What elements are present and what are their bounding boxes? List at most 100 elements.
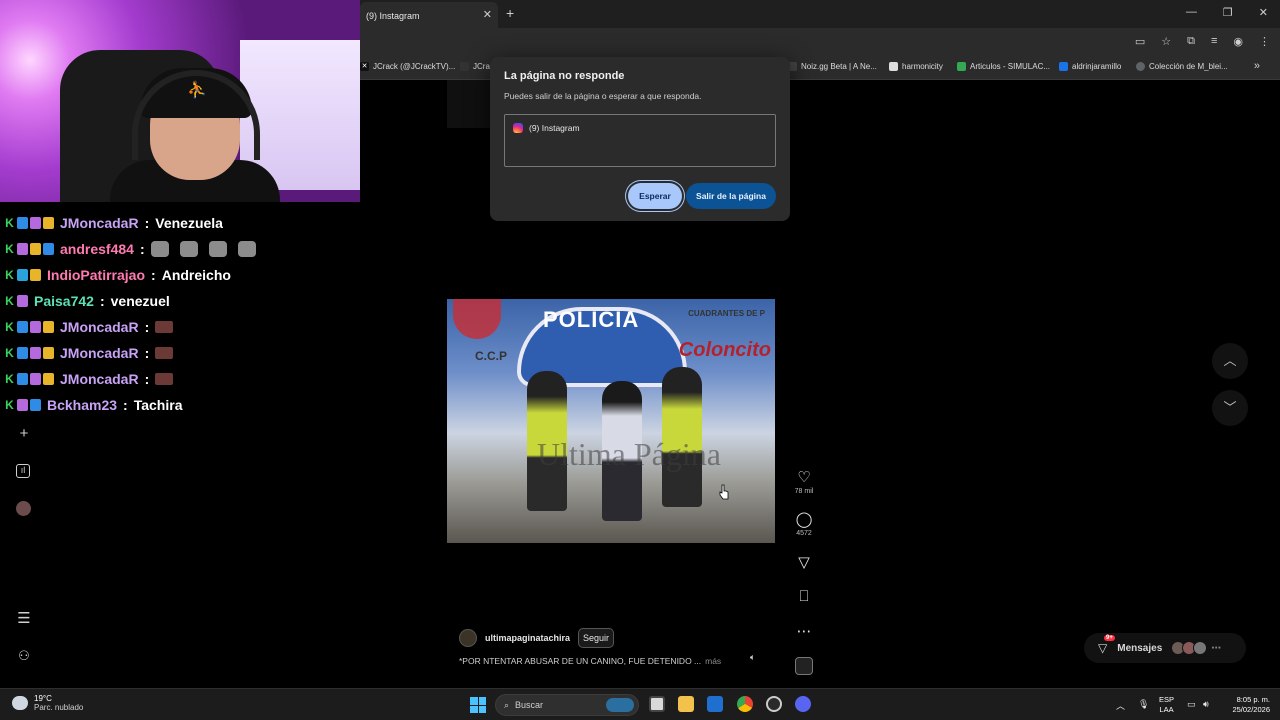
reel-video[interactable]: POLICIA CUADRANTES DE P Coloncito C.C.P … [447,299,775,543]
heart-icon[interactable]: ♡ [792,468,816,486]
taskbar-search[interactable]: ⌕ Buscar [495,694,639,716]
chat-message: K JMoncadaR: Venezuela [4,210,360,236]
chat-separator: : [144,345,150,361]
chat-username[interactable]: JMoncadaR [60,215,139,231]
bookmark-jcrack[interactable]: ✕ JCrack (@JCrackTV)... [360,62,455,71]
comment-icon[interactable]: ◯ [792,510,816,528]
chat-username[interactable]: Bckham23 [47,397,117,413]
start-tile [478,705,486,713]
create-icon[interactable]: + [16,426,32,442]
chat-username[interactable]: JMoncadaR [60,319,139,335]
video-text-coloncito: Coloncito [678,339,771,361]
chat-username[interactable]: JMoncadaR [60,371,139,387]
media-icon[interactable]: ≡ [1211,35,1217,48]
network-icon[interactable]: ▭ [1187,699,1196,710]
chat-badge-gold-icon [43,373,54,385]
follow-button[interactable]: Seguir [578,628,615,648]
start-button[interactable] [470,697,486,713]
unresponsive-page-list: (9) Instagram [504,114,776,167]
profile-avatar[interactable] [16,501,31,516]
tray-overflow-icon[interactable]: ︿ [1116,699,1125,712]
chat-separator: : [123,397,128,413]
clock[interactable]: 8:05 p. m. 25/02/2026 [1226,695,1270,715]
dialog-text: Puedes salir de la página o esperar a qu… [504,91,702,101]
bookmark-aldrinjaramillo[interactable]: aldrinjaramillo [1059,62,1121,71]
mail-icon[interactable] [707,696,723,712]
microphone-icon[interactable]: 🎙︎ [1138,699,1149,710]
start-tile [470,697,478,705]
file-explorer-icon[interactable] [678,696,694,712]
more-menu-icon[interactable]: ☰ [16,611,32,627]
share-action[interactable]: ▽ [792,553,816,571]
messages-button[interactable]: ▽ 9+ Mensajes ⋯ [1084,633,1246,663]
dashboard-icon[interactable]: ıl [16,464,30,478]
page-unresponsive-dialog: La página no responde Puedes salir de la… [490,57,790,221]
chat-badge-gold-icon [30,269,41,281]
install-icon[interactable]: ▭ [1135,35,1145,48]
weather-widget[interactable]: 19°C Parc. nublado [12,694,83,712]
chat-username[interactable]: JMoncadaR [60,345,139,361]
restore-button[interactable]: ❐ [1223,6,1233,19]
task-view-icon[interactable] [649,696,665,712]
author-avatar[interactable] [459,629,477,647]
bookmark-jcra[interactable]: JCra [460,62,490,71]
profile-icon[interactable]: ◉ [1233,35,1243,48]
comment-count: 4572 [796,530,812,537]
page-icon [889,62,898,71]
cat-emote-icon [208,241,227,257]
also-from-meta-icon[interactable]: ⚇ [16,648,32,664]
chat-badge-blue-icon [17,321,28,333]
author-name[interactable]: ultimapaginatachira [485,633,570,643]
bookmark-articulos[interactable]: Articulos - SIMULAC... [957,62,1050,71]
twitch-icon [460,62,469,71]
webcam-overlay: ⛹ [0,0,360,202]
start-tile [478,697,486,705]
emote-icon [155,321,174,333]
volume-icon[interactable]: 🔊︎ [1203,699,1209,710]
save-action[interactable]: ⎕ [792,588,816,605]
extensions-icon[interactable]: ⧉ [1187,35,1195,48]
chat-text: Venezuela [155,215,223,231]
more-dots-icon[interactable]: ⋯ [792,622,816,640]
chat-badge-k-icon: K [5,216,14,230]
bookmark-noiz[interactable]: Noiz.gg Beta | A Ne... [788,62,877,71]
chat-username[interactable]: IndioPatirrajao [47,267,145,283]
windows-taskbar: 19°C Parc. nublado ⌕ Buscar ︿ 🎙︎ ESP LAA… [0,688,1280,720]
tab-instagram[interactable]: (9) Instagram ✕ [360,2,498,28]
caption-more-link[interactable]: más [705,656,721,666]
star-icon[interactable]: ☆ [1161,35,1171,48]
original-audio-thumbnail[interactable] [795,657,813,675]
menu-icon[interactable]: ⋮ [1259,35,1270,48]
like-action[interactable]: ♡ 78 mil [792,468,816,495]
discord-icon[interactable] [795,696,811,712]
chat-badge-blue-icon [17,347,28,359]
instagram-icon [513,123,523,133]
unresponsive-page-item[interactable]: (9) Instagram [529,123,580,133]
reel-caption[interactable]: *POR NTENTAR ABUSAR DE UN CANINO, FUE DE… [459,656,721,666]
obs-icon[interactable] [766,696,782,712]
comment-action[interactable]: ◯ 4572 [792,510,816,537]
close-window-button[interactable]: ✕ [1259,6,1268,19]
hand-cursor-icon [719,484,729,500]
more-action[interactable]: ⋯ [792,622,816,640]
chat-username[interactable]: andresf484 [60,241,134,257]
minimize-button[interactable]: — [1186,6,1197,19]
send-icon[interactable]: ▽ [792,553,816,571]
bookmark-icon[interactable]: ⎕ [792,588,816,605]
input-language[interactable]: ESP LAA [1159,695,1174,715]
chat-badge-purple-icon [30,321,41,333]
speaker-icon[interactable]: 🔈︎ [750,652,755,663]
new-tab-button[interactable]: + [506,5,514,21]
bookmark-harmonicity[interactable]: harmonicity [889,62,943,71]
bookmarks-more-button[interactable]: » [1254,60,1260,72]
clock-time: 8:05 p. m. [1236,695,1270,704]
wait-button[interactable]: Esperar [628,183,682,209]
chat-username[interactable]: Paisa742 [34,293,94,309]
bookmark-coleccion[interactable]: Colección de M_blei... [1136,62,1228,71]
previous-reel-button[interactable]: ︿ [1212,343,1248,379]
exit-page-button[interactable]: Salir de la página [686,183,776,209]
next-reel-button[interactable]: ﹀ [1212,390,1248,426]
chrome-icon[interactable] [737,696,753,712]
tab-close-icon[interactable]: ✕ [483,8,492,21]
video-text-policia: POLICIA [543,307,640,332]
